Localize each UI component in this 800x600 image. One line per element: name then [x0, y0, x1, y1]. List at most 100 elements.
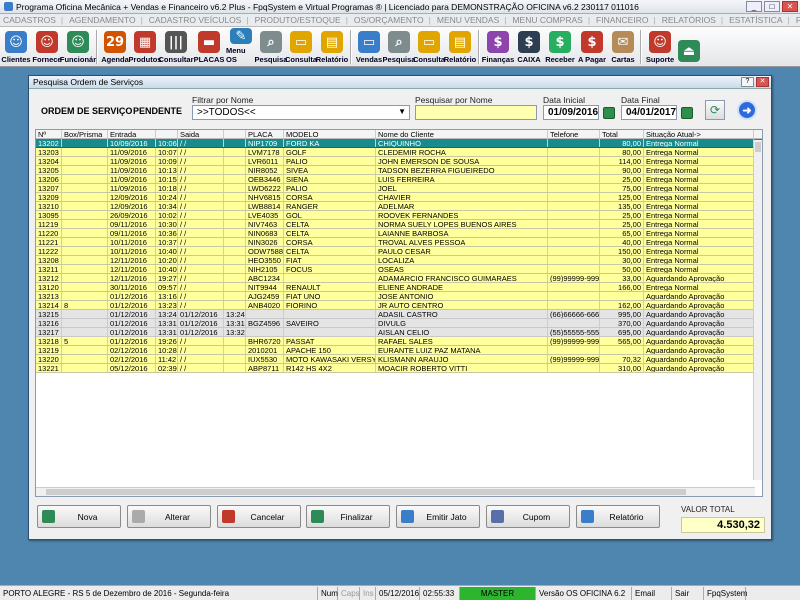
table-row[interactable]: 11222 10/11/2016 10:40/ / ODW7588 CELTA PAULO… [36, 247, 762, 256]
status-item[interactable]: Sair [672, 586, 704, 600]
dialog-close-button[interactable]: ✕ [756, 77, 769, 87]
table-row[interactable]: 13212 12/11/2016 19:27/ / ABC1234 ADAMARCIO … [36, 274, 762, 283]
edit-button[interactable]: Alterar [127, 505, 211, 528]
dialog-help-button[interactable]: ? [741, 77, 754, 87]
table-row[interactable]: 13215 01/12/2016 13:24 01/12/2016 13:24 ADASI… [36, 310, 762, 319]
toolbar-button-relat-rio[interactable]: ▤ Relatório [444, 28, 476, 66]
end-date-label: Data Final [621, 95, 660, 105]
end-date-field[interactable]: 04/01/2017 [621, 105, 677, 120]
table-cell: 09/11/2016 [108, 229, 156, 237]
menu-item[interactable]: CADASTRO VEÍCULOS [146, 15, 252, 25]
menu-item[interactable]: PRODUTO/ESTOQUE [252, 15, 351, 25]
finish-button[interactable]: Finalizar [306, 505, 390, 528]
table-row[interactable]: 13220 02/12/2016 11:42/ / IUX5530 MOTO KAWAS… [36, 355, 762, 364]
toolbar-button-pesquisa[interactable]: ⌕ Pesquisa [383, 28, 415, 66]
os-table[interactable]: Nº Box/Prisma Entrada Saida PLACA MODELO Nome … [35, 129, 763, 497]
print-button[interactable]: Emitir Jato [396, 505, 480, 528]
filter-select[interactable]: >>TODOS<< ▼ [192, 105, 410, 120]
minimize-button[interactable]: _ [746, 1, 762, 12]
menu-item[interactable]: FERRAMENTAS [793, 15, 800, 25]
toolbar-button-vendas[interactable]: ▭ Vendas [354, 28, 384, 66]
maximize-button[interactable]: □ [764, 1, 780, 12]
toolbar-button-agenda[interactable]: 29 Agenda [100, 28, 130, 66]
button-label: Alterar [164, 511, 191, 522]
table-row[interactable]: 13120 30/11/2016 09:57/ / NIT9944 RENAULT ELI… [36, 283, 762, 292]
toolbar-button-fornece[interactable]: ☺ Fornece [32, 28, 62, 66]
menu-item[interactable]: RELATÓRIOS [659, 15, 726, 25]
table-row[interactable]: 13209 12/09/2016 10:24/ / NHV6815 CORSA CHAVI… [36, 193, 762, 202]
column-header[interactable]: PLACA [246, 130, 284, 138]
toolbar-button-relat-rio[interactable]: ▤ Relatório [316, 28, 348, 66]
column-header[interactable]: Total [600, 130, 644, 138]
table-row[interactable]: 13204 11/09/2016 10:09/ / LVR6011 PALIO JOHN … [36, 157, 762, 166]
toolbar-button-cartas[interactable]: ✉ Cartas [608, 28, 638, 66]
horizontal-scrollbar[interactable] [36, 487, 755, 496]
table-row[interactable]: 13218 5 01/12/2016 19:26/ / BHR6720 PASSAT RAF… [36, 337, 762, 346]
toolbar-button-finan-as[interactable]: $ Finanças [482, 28, 514, 66]
refresh-button[interactable]: ⟳ [705, 100, 725, 120]
table-row[interactable]: 13217 01/12/2016 13:31 01/12/2016 13:32 AISLA… [36, 328, 762, 337]
cancel-button[interactable]: Cancelar [217, 505, 301, 528]
table-row[interactable]: 13213 01/12/2016 13:16/ / AJG2459 FIAT UNO JO… [36, 292, 762, 301]
toolbar-button-consulta[interactable]: ▭ Consulta [285, 28, 317, 66]
column-header[interactable]: MODELO [284, 130, 376, 138]
menu-item[interactable]: FINANCEIRO [593, 15, 659, 25]
table-row[interactable]: 13208 12/11/2016 10:20/ / HEO3550 FIAT LOCALI… [36, 256, 762, 265]
menu-item[interactable]: ESTATÍSTICA [726, 15, 793, 25]
column-header[interactable]: Nº [36, 130, 62, 138]
column-header[interactable]: Entrada [108, 130, 156, 138]
toolbar-button-consulta[interactable]: ▭ Consulta [413, 28, 445, 66]
toolbar-button-clientes[interactable]: ☺ Clientes [0, 28, 32, 66]
table-row[interactable]: 11221 10/11/2016 10:37/ / NIN3026 CORSA TROVA… [36, 238, 762, 247]
menu-item[interactable]: OS/ORÇAMENTO [351, 15, 434, 25]
start-calendar-icon[interactable] [603, 107, 615, 119]
toolbar-button-consultar[interactable]: ||| Consultar [159, 28, 194, 66]
close-button[interactable]: ✕ [782, 1, 798, 12]
table-row[interactable]: 13206 11/09/2016 10:15/ / OEB3446 SIENA LUIS … [36, 175, 762, 184]
menu-item[interactable]: MENU VENDAS [434, 15, 510, 25]
table-row[interactable]: 13203 11/09/2016 10:07/ / LVM7178 GOLF CLEDEM… [36, 148, 762, 157]
table-row[interactable]: 13095 26/09/2016 10:02/ / LVE4035 GOL ROOVEK … [36, 211, 762, 220]
toolbar-button-menu-os[interactable]: ✎ Menu OS [226, 28, 256, 66]
column-header[interactable]: Situação Atual-> [644, 130, 754, 138]
table-row[interactable]: 13221 05/12/2016 02:39/ / ABP8711 R142 HS 4X… [36, 364, 762, 373]
table-row[interactable]: 13202 10/09/2016 10:06/ / NIP1709 FORD KA CHI… [36, 139, 762, 148]
status-item[interactable]: Email [632, 586, 672, 600]
end-calendar-icon[interactable] [681, 107, 693, 119]
column-header[interactable]: Nome do Cliente [376, 130, 548, 138]
search-input[interactable] [415, 105, 537, 120]
toolbar-button-produtos[interactable]: ▦ Produtos [129, 28, 161, 66]
table-row[interactable]: 13219 02/12/2016 10:28/ / 2010201 APACHE 150… [36, 346, 762, 355]
column-header[interactable]: Telefone [548, 130, 600, 138]
report-button[interactable]: Relatório [576, 505, 660, 528]
table-row[interactable]: 13207 11/09/2016 10:18/ / LWD6222 PALIO JOEL 7… [36, 184, 762, 193]
new-button[interactable]: Nova [37, 505, 121, 528]
table-row[interactable]: 13216 01/12/2016 13:31 01/12/2016 13:31 BGZ45… [36, 319, 762, 328]
vertical-scrollbar[interactable] [753, 140, 762, 480]
table-row[interactable]: 13211 12/11/2016 10:40/ / NIH2105 FOCUS OSEAS… [36, 265, 762, 274]
go-button[interactable]: ➜ [737, 100, 757, 120]
toolbar-button-pesquisa[interactable]: ⌕ Pesquisa [255, 28, 287, 66]
column-header[interactable] [224, 130, 246, 138]
toolbar-button-a-pagar[interactable]: $ A Pagar [576, 28, 608, 66]
table-row[interactable]: 11220 09/11/2016 10:36/ / NIN0683 CELTA LAIAN… [36, 229, 762, 238]
table-row[interactable]: 13214 8 01/12/2016 13:23/ / ANB4020 FIORINO JR… [36, 301, 762, 310]
menu-item[interactable]: CADASTROS [0, 15, 66, 25]
table-row[interactable]: 11219 09/11/2016 10:30/ / NIV7463 CELTA NORMA… [36, 220, 762, 229]
toolbar-button-caixa[interactable]: $ CAIXA [514, 28, 544, 66]
toolbar-button-suporte[interactable]: ☺ Suporte [644, 28, 676, 66]
start-date-field[interactable]: 01/09/2016 [543, 105, 599, 120]
menu-item[interactable]: AGENDAMENTO [66, 15, 146, 25]
coupon-button[interactable]: Cupom [486, 505, 570, 528]
toolbar-button-funcion-r[interactable]: ☺ Funcionár [60, 28, 96, 66]
table-row[interactable]: 13205 11/09/2016 10:13/ / NIR8052 SIVEA TADSO… [36, 166, 762, 175]
column-header[interactable] [156, 130, 178, 138]
menu-item[interactable]: MENU COMPRAS [509, 15, 593, 25]
toolbar-button-receber[interactable]: $ Receber [544, 28, 576, 66]
search-doc-icon: ⌕ [388, 31, 410, 53]
table-row[interactable]: 13210 12/09/2016 10:34/ / LWB8814 RANGER ADEL… [36, 202, 762, 211]
toolbar-button-placas[interactable]: ▬ PLACAS [192, 28, 226, 66]
toolbar-button-exit[interactable]: ⏏ [676, 28, 702, 66]
column-header[interactable]: Saida [178, 130, 224, 138]
column-header[interactable]: Box/Prisma [62, 130, 108, 138]
